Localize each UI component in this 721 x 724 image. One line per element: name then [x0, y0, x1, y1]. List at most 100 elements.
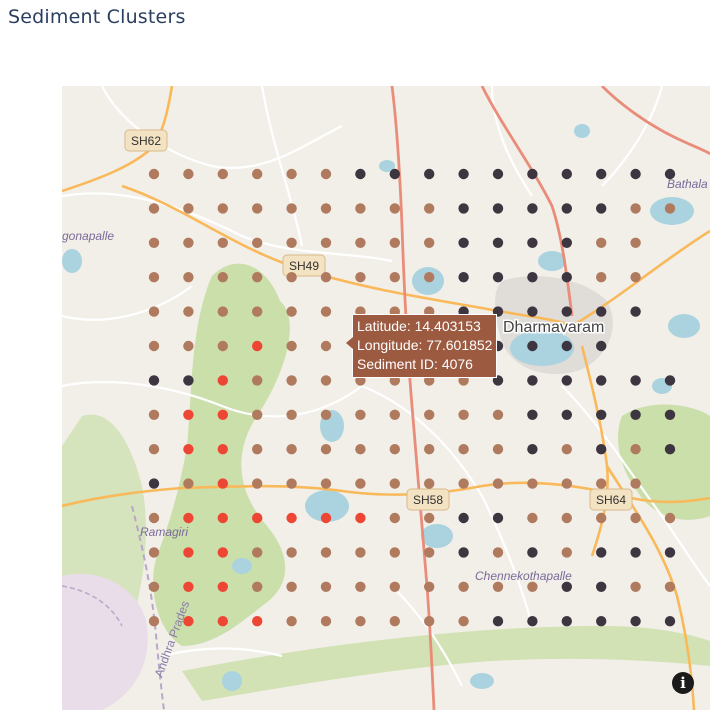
sediment-point-cluster-2[interactable]	[183, 616, 194, 627]
sediment-point-cluster-0[interactable]	[527, 478, 538, 489]
sediment-point-cluster-1[interactable]	[148, 478, 160, 489]
sediment-point-cluster-2[interactable]	[217, 444, 228, 455]
sediment-point-cluster-0[interactable]	[492, 547, 504, 558]
sediment-point-cluster-0[interactable]	[458, 444, 469, 455]
sediment-point-cluster-1[interactable]	[527, 409, 538, 420]
sediment-point-cluster-0[interactable]	[286, 409, 297, 420]
sediment-point-cluster-1[interactable]	[561, 237, 572, 248]
sediment-point-cluster-1[interactable]	[561, 168, 572, 180]
sediment-point-cluster-0[interactable]	[320, 581, 332, 592]
sediment-point-cluster-0[interactable]	[286, 581, 297, 592]
sediment-point-cluster-0[interactable]	[320, 340, 332, 352]
sediment-point-cluster-2[interactable]	[183, 547, 194, 558]
sediment-point-cluster-0[interactable]	[286, 547, 297, 558]
sediment-point-cluster-1[interactable]	[596, 616, 607, 627]
sediment-point-cluster-1[interactable]	[596, 375, 607, 386]
sediment-point-cluster-1[interactable]	[664, 444, 676, 455]
sediment-point-cluster-1[interactable]	[596, 306, 607, 317]
sediment-point-cluster-1[interactable]	[596, 168, 607, 180]
sediment-point-cluster-0[interactable]	[355, 272, 366, 283]
sediment-point-cluster-0[interactable]	[630, 203, 641, 214]
sediment-point-cluster-0[interactable]	[148, 547, 160, 558]
sediment-point-cluster-0[interactable]	[424, 478, 435, 489]
sediment-point-cluster-1[interactable]	[527, 340, 538, 352]
sediment-point-cluster-0[interactable]	[148, 444, 160, 455]
sediment-point-cluster-0[interactable]	[252, 547, 263, 558]
sediment-point-cluster-0[interactable]	[596, 237, 607, 248]
sediment-point-cluster-0[interactable]	[286, 237, 297, 248]
sediment-point-cluster-0[interactable]	[424, 616, 435, 627]
info-icon[interactable]: i	[672, 672, 694, 694]
sediment-point-cluster-1[interactable]	[492, 203, 504, 214]
sediment-point-cluster-1[interactable]	[596, 203, 607, 214]
sediment-point-cluster-0[interactable]	[561, 547, 572, 558]
sediment-point-cluster-0[interactable]	[286, 478, 297, 489]
sediment-point-cluster-0[interactable]	[320, 547, 332, 558]
sediment-point-cluster-0[interactable]	[424, 444, 435, 455]
sediment-point-cluster-2[interactable]	[217, 409, 228, 420]
sediment-point-cluster-1[interactable]	[596, 444, 607, 455]
sediment-point-cluster-0[interactable]	[424, 203, 435, 214]
sediment-point-cluster-0[interactable]	[148, 272, 160, 283]
sediment-point-cluster-2[interactable]	[217, 375, 228, 386]
sediment-point-cluster-2[interactable]	[252, 616, 263, 627]
sediment-point-cluster-1[interactable]	[596, 581, 607, 592]
sediment-point-cluster-1[interactable]	[527, 237, 538, 248]
sediment-point-cluster-1[interactable]	[664, 375, 676, 386]
sediment-point-cluster-1[interactable]	[630, 409, 641, 420]
sediment-point-cluster-0[interactable]	[320, 203, 332, 214]
sediment-point-cluster-0[interactable]	[355, 478, 366, 489]
sediment-point-cluster-1[interactable]	[561, 306, 572, 317]
sediment-point-cluster-0[interactable]	[183, 306, 194, 317]
sediment-point-cluster-0[interactable]	[183, 478, 194, 489]
sediment-point-cluster-0[interactable]	[252, 203, 263, 214]
sediment-point-cluster-0[interactable]	[424, 512, 435, 524]
sediment-point-cluster-1[interactable]	[664, 547, 676, 558]
sediment-point-cluster-1[interactable]	[561, 581, 572, 592]
sediment-point-cluster-0[interactable]	[286, 168, 297, 180]
sediment-point-cluster-0[interactable]	[458, 409, 469, 420]
sediment-point-cluster-0[interactable]	[492, 478, 504, 489]
sediment-point-cluster-0[interactable]	[217, 272, 228, 283]
sediment-point-cluster-0[interactable]	[252, 168, 263, 180]
sediment-point-cluster-1[interactable]	[492, 237, 504, 248]
sediment-point-cluster-0[interactable]	[458, 478, 469, 489]
sediment-point-cluster-1[interactable]	[527, 547, 538, 558]
sediment-point-cluster-0[interactable]	[664, 512, 676, 524]
sediment-point-cluster-1[interactable]	[664, 409, 676, 420]
sediment-point-cluster-0[interactable]	[355, 444, 366, 455]
sediment-point-cluster-0[interactable]	[217, 237, 228, 248]
sediment-point-cluster-0[interactable]	[355, 409, 366, 420]
sediment-point-cluster-0[interactable]	[252, 478, 263, 489]
sediment-point-cluster-0[interactable]	[424, 547, 435, 558]
sediment-point-cluster-1[interactable]	[148, 375, 160, 386]
sediment-point-cluster-0[interactable]	[389, 512, 400, 524]
sediment-point-cluster-0[interactable]	[561, 512, 572, 524]
sediment-point-cluster-1[interactable]	[561, 340, 572, 352]
sediment-point-cluster-0[interactable]	[630, 478, 641, 489]
sediment-point-cluster-0[interactable]	[183, 168, 194, 180]
sediment-point-cluster-0[interactable]	[527, 512, 538, 524]
sediment-point-cluster-0[interactable]	[355, 203, 366, 214]
sediment-point-cluster-0[interactable]	[389, 616, 400, 627]
sediment-point-cluster-0[interactable]	[664, 203, 676, 214]
sediment-point-cluster-2[interactable]	[355, 512, 366, 524]
sediment-point-cluster-0[interactable]	[320, 444, 332, 455]
sediment-point-cluster-0[interactable]	[355, 616, 366, 627]
sediment-point-cluster-1[interactable]	[596, 340, 607, 352]
sediment-point-cluster-2[interactable]	[183, 444, 194, 455]
sediment-point-cluster-0[interactable]	[630, 272, 641, 283]
sediment-point-cluster-0[interactable]	[286, 444, 297, 455]
sediment-point-cluster-0[interactable]	[389, 547, 400, 558]
sediment-point-cluster-2[interactable]	[183, 581, 194, 592]
sediment-point-cluster-0[interactable]	[664, 581, 676, 592]
sediment-point-cluster-1[interactable]	[492, 616, 504, 627]
sediment-point-cluster-1[interactable]	[630, 547, 641, 558]
sediment-point-cluster-1[interactable]	[492, 272, 504, 283]
sediment-point-cluster-0[interactable]	[389, 478, 400, 489]
sediment-point-cluster-0[interactable]	[355, 237, 366, 248]
sediment-point-cluster-0[interactable]	[286, 340, 297, 352]
sediment-point-cluster-0[interactable]	[217, 203, 228, 214]
sediment-point-cluster-0[interactable]	[252, 237, 263, 248]
sediment-point-cluster-0[interactable]	[252, 306, 263, 317]
